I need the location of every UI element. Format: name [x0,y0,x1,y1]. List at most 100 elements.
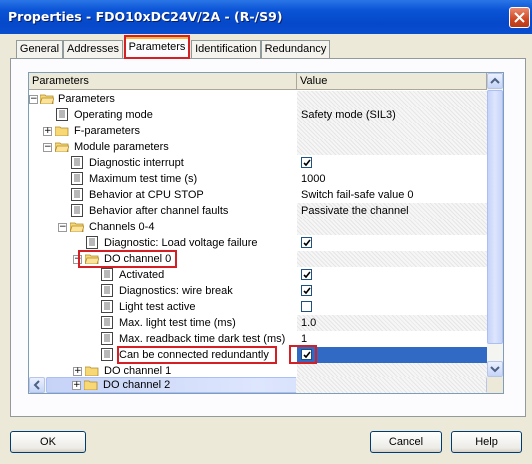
highlight-do-channel-0 [78,250,177,268]
tab-redundancy[interactable]: Redundancy [261,40,330,58]
cancel-button[interactable]: Cancel [370,431,442,453]
collapse-icon[interactable]: − [43,143,52,152]
tree-row[interactable]: Diagnostic interrupt [29,155,487,171]
tree-row[interactable]: Max. light test time (ms) 1.0 [29,315,487,331]
tree-row[interactable]: + DO channel 2 [28,377,486,393]
checkbox-checked[interactable] [301,157,312,168]
title-bar[interactable]: Properties - FDO10xDC24V/2A - (R-/S9) [0,0,532,34]
scroll-down-button[interactable] [487,361,503,377]
tree-label: Behavior after channel faults [89,205,229,217]
folder-open-icon [70,222,84,232]
value-cell[interactable]: Passivate the channel [297,203,487,219]
parameter-icon [56,108,68,121]
close-button[interactable] [509,7,530,28]
tree-row[interactable]: Diagnostics: wire break [29,283,487,299]
value-cell [297,123,487,139]
parameter-icon [101,300,113,313]
tree-label: Activated [119,269,165,281]
arrow-down-icon [490,366,500,373]
value-cell [297,299,487,315]
expand-icon[interactable]: + [43,127,52,136]
value-cell [297,283,487,299]
value-cell-selected [297,347,487,363]
expand-icon[interactable]: + [72,381,81,390]
parameter-icon [86,236,98,249]
tree-row[interactable]: − Channels 0-4 [29,219,487,235]
parameter-icon [101,268,113,281]
tree-row[interactable]: Operating mode Safety mode (SIL3) [29,107,487,123]
tree-label: F-parameters [74,125,141,137]
tab-addresses[interactable]: Addresses [63,40,123,58]
tab-identification[interactable]: Identification [191,40,261,58]
tree-label: Diagnostic: Load voltage failure [104,237,258,249]
value-cell[interactable]: 1 [297,331,487,347]
value-text: 1 [301,333,308,345]
highlight-redundant-label [117,346,277,364]
tree-label: Parameters [58,93,115,105]
value-cell [297,251,487,267]
value-cell [297,139,487,155]
tree-label: Light test active [119,301,196,313]
tree-row[interactable]: Behavior at CPU STOP Switch fail-safe va… [29,187,487,203]
checkmark-icon [303,271,311,279]
help-button[interactable]: Help [451,431,522,453]
column-header-parameters[interactable]: Parameters [29,73,297,90]
scrollbar-corner [487,377,503,393]
tree-label: Behavior at CPU STOP [89,189,204,201]
tree-row[interactable]: + F-parameters [29,123,487,139]
parameter-icon [101,284,113,297]
tree-row[interactable]: Light test active [29,299,487,315]
value-cell[interactable]: 1000 [297,171,487,187]
tree-row[interactable]: − Parameters [29,91,487,107]
value-text: Switch fail-safe value 0 [301,189,414,201]
vertical-scroll-thumb[interactable] [487,90,503,344]
parameter-icon [71,172,83,185]
tree-label: Channels 0-4 [89,221,155,233]
value-cell [297,267,487,283]
value-cell[interactable]: Safety mode (SIL3) [297,107,487,123]
properties-dialog: Properties - FDO10xDC24V/2A - (R-/S9) Ge… [0,0,532,464]
tree-row[interactable]: Maximum test time (s) 1000 [29,171,487,187]
checkmark-icon [303,159,311,167]
parameter-icon [71,188,83,201]
tree-row[interactable]: Max. readback time dark test (ms) 1 [29,331,487,347]
value-cell[interactable]: 1.0 [297,315,487,331]
collapse-icon[interactable]: − [58,223,67,232]
parameter-icon [101,316,113,329]
parameter-icon [71,156,83,169]
scroll-up-button[interactable] [487,73,503,89]
value-cell [297,91,487,107]
column-header-value[interactable]: Value [297,73,487,90]
tree-row[interactable]: Activated [29,267,487,283]
tree-label: Maximum test time (s) [89,173,198,185]
tree-label: Max. readback time dark test (ms) [119,333,286,345]
value-text: Safety mode (SIL3) [301,109,396,121]
arrow-up-icon [490,77,500,84]
collapse-icon[interactable]: − [29,95,38,104]
folder-icon [55,126,69,136]
tab-general[interactable]: General [16,40,63,58]
checkbox-checked[interactable] [301,269,312,280]
checkbox-checked[interactable] [301,237,312,248]
tree-label: Diagnostic interrupt [89,157,184,169]
ok-button[interactable]: OK [10,431,86,453]
parameter-icon [71,204,83,217]
tree-row[interactable]: Diagnostic: Load voltage failure [29,235,487,251]
checkbox-checked[interactable] [301,285,312,296]
checkbox-unchecked[interactable] [301,301,312,312]
value-cell[interactable]: Switch fail-safe value 0 [297,187,487,203]
value-cell [297,219,487,235]
tree-label: Max. light test time (ms) [119,317,236,329]
tree-label: Module parameters [74,141,169,153]
folder-open-icon [55,142,69,152]
value-text: Passivate the channel [301,205,409,217]
parameter-icon [101,332,113,345]
tree-row[interactable]: − Module parameters [29,139,487,155]
vertical-scrollbar[interactable] [487,73,503,377]
checkmark-icon [303,239,311,247]
close-icon [514,12,525,23]
tree-row[interactable]: Behavior after channel faults Passivate … [29,203,487,219]
value-cell [297,235,487,251]
value-text: 1000 [301,173,326,185]
window-title: Properties - FDO10xDC24V/2A - (R-/S9) [8,9,283,24]
